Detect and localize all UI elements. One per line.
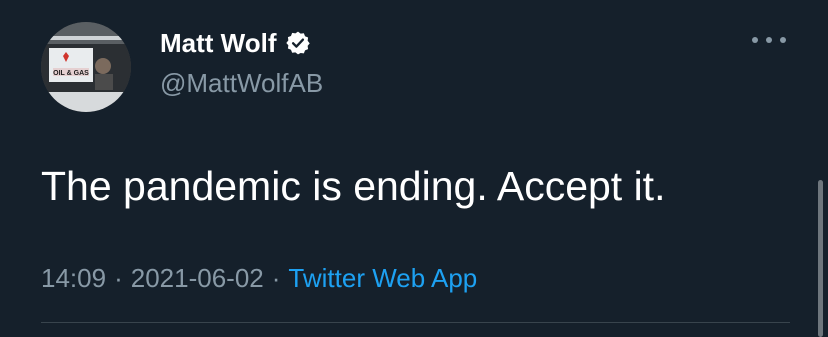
more-dot [752, 37, 758, 43]
tweet-date[interactable]: 2021-06-02 [131, 263, 264, 293]
avatar-photo: OIL & GAS [41, 22, 131, 112]
scrollbar[interactable] [818, 180, 823, 337]
author-handle[interactable]: @MattWolfAB [160, 66, 323, 100]
author-name-row[interactable]: Matt Wolf [160, 26, 311, 60]
tweet-card: OIL & GAS Matt Wolf @MattWolfAB The pand… [0, 0, 828, 337]
meta-separator: · [271, 263, 281, 293]
more-dot [766, 37, 772, 43]
divider [41, 322, 790, 323]
avatar-sign-text: OIL & GAS [53, 70, 89, 77]
verified-badge-icon [285, 30, 311, 56]
author-avatar[interactable]: OIL & GAS [41, 22, 131, 112]
more-options-icon[interactable] [752, 30, 786, 50]
tweet-time[interactable]: 14:09 [41, 263, 106, 293]
tweet-source-link[interactable]: Twitter Web App [288, 263, 477, 293]
tweet-text: The pandemic is ending. Accept it. [41, 163, 666, 209]
meta-separator: · [114, 263, 123, 293]
author-display-name[interactable]: Matt Wolf [160, 26, 277, 60]
more-dot [780, 37, 786, 43]
tweet-meta: 14:09 · 2021-06-02 · Twitter Web App [41, 259, 477, 297]
